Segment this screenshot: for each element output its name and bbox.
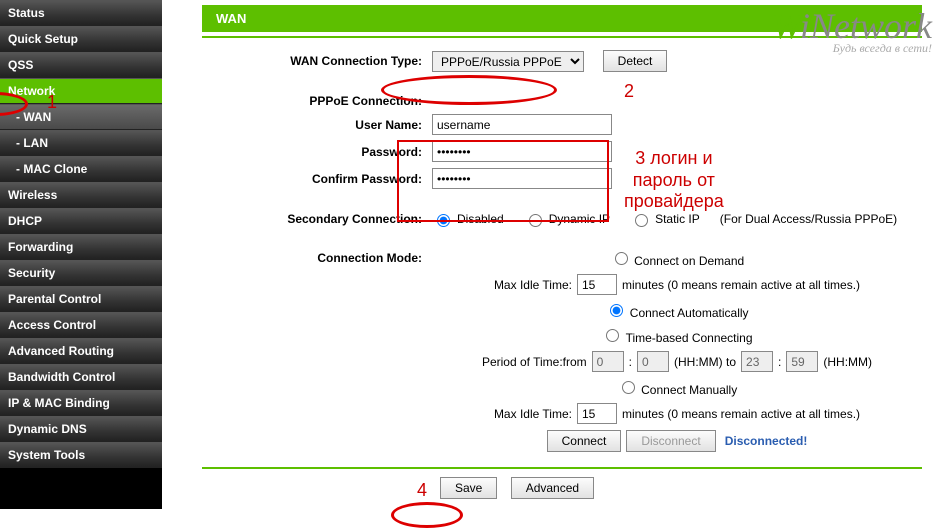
password-label: Password: — [202, 145, 432, 159]
period-label: Period of Time:from — [482, 355, 587, 369]
period-to-mm[interactable] — [786, 351, 818, 372]
secondary-conn-label: Secondary Connection: — [202, 212, 432, 226]
period-hhmm-b: (HH:MM) — [823, 355, 872, 369]
conn-mode-label: Connection Mode: — [202, 249, 432, 265]
period-to-hh[interactable] — [741, 351, 773, 372]
sec-dynamic-radio[interactable]: Dynamic IP — [524, 211, 610, 227]
sidebar-item-quick-setup[interactable]: Quick Setup — [0, 26, 162, 52]
wan-conn-type-label: WAN Connection Type: — [202, 54, 432, 68]
connect-button[interactable]: Connect — [547, 430, 622, 452]
sidebar-item-dhcp[interactable]: DHCP — [0, 208, 162, 234]
disconnect-button[interactable]: Disconnect — [626, 430, 715, 452]
sidebar-item-wan[interactable]: - WAN — [0, 104, 162, 130]
period-hhmm-a: (HH:MM) to — [674, 355, 736, 369]
detect-button[interactable]: Detect — [603, 50, 668, 72]
confirm-password-label: Confirm Password: — [202, 172, 432, 186]
sidebar-item-mac-clone[interactable]: - MAC Clone — [0, 156, 162, 182]
sidebar-item-access-control[interactable]: Access Control — [0, 312, 162, 338]
idle-time-input-1[interactable] — [577, 274, 617, 295]
sidebar-item-bandwidth-control[interactable]: Bandwidth Control — [0, 364, 162, 390]
sidebar-item-advanced-routing[interactable]: Advanced Routing — [0, 338, 162, 364]
username-label: User Name: — [202, 118, 432, 132]
sidebar-item-system-tools[interactable]: System Tools — [0, 442, 162, 468]
sidebar-item-status[interactable]: Status — [0, 0, 162, 26]
sidebar: Status Quick Setup QSS Network - WAN - L… — [0, 0, 162, 509]
sidebar-item-network[interactable]: Network — [0, 78, 162, 104]
idle-label-2: Max Idle Time: — [494, 407, 572, 421]
connection-status: Disconnected! — [725, 434, 808, 448]
sec-note: (For Dual Access/Russia PPPoE) — [720, 212, 897, 226]
sec-disabled-radio[interactable]: Disabled — [432, 211, 504, 227]
annotation-ellipse-4 — [391, 502, 463, 528]
mode-time-radio[interactable]: Time-based Connecting — [601, 326, 752, 345]
sidebar-item-qss[interactable]: QSS — [0, 52, 162, 78]
brand-logo: WiNetwork Будь всегда в сети! — [772, 8, 932, 54]
sidebar-item-ip-mac-binding[interactable]: IP & MAC Binding — [0, 390, 162, 416]
sidebar-item-forwarding[interactable]: Forwarding — [0, 234, 162, 260]
mode-manual-radio[interactable]: Connect Manually — [617, 378, 737, 397]
advanced-button[interactable]: Advanced — [511, 477, 594, 499]
idle-time-input-2[interactable] — [577, 403, 617, 424]
sidebar-item-parental-control[interactable]: Parental Control — [0, 286, 162, 312]
idle-note-2: minutes (0 means remain active at all ti… — [622, 407, 860, 421]
divider — [202, 467, 922, 469]
confirm-password-input[interactable] — [432, 168, 612, 189]
sidebar-item-security[interactable]: Security — [0, 260, 162, 286]
password-input[interactable] — [432, 141, 612, 162]
sec-static-radio[interactable]: Static IP — [630, 211, 700, 227]
sidebar-item-lan[interactable]: - LAN — [0, 130, 162, 156]
mode-demand-radio[interactable]: Connect on Demand — [610, 249, 744, 268]
idle-note-1: minutes (0 means remain active at all ti… — [622, 278, 860, 292]
pppoe-header-label: PPPoE Connection: — [202, 94, 432, 108]
sidebar-item-wireless[interactable]: Wireless — [0, 182, 162, 208]
sidebar-item-dynamic-dns[interactable]: Dynamic DNS — [0, 416, 162, 442]
period-from-hh[interactable] — [592, 351, 624, 372]
period-from-mm[interactable] — [637, 351, 669, 372]
save-button[interactable]: Save — [440, 477, 497, 499]
mode-auto-radio[interactable]: Connect Automatically — [605, 301, 748, 320]
idle-label-1: Max Idle Time: — [494, 278, 572, 292]
main-panel: WiNetwork Будь всегда в сети! WAN WAN Co… — [162, 0, 942, 509]
username-input[interactable] — [432, 114, 612, 135]
wan-conn-type-select[interactable]: PPPoE/Russia PPPoE — [432, 51, 584, 72]
